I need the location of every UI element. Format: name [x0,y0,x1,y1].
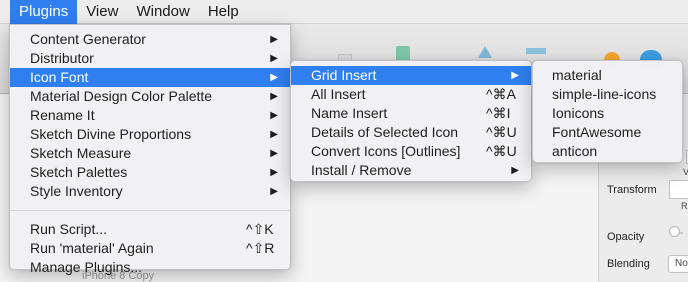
menu-item-label: Style Inventory [30,183,123,199]
menu-item-label: Convert Icons [Outlines] [311,143,461,159]
menu-item-ionicons[interactable]: Ionicons [533,104,682,123]
submenu-arrow-icon: ▶ [270,186,278,197]
submenu-arrow-icon: ▶ [270,148,278,159]
menu-item-fontawesome[interactable]: FontAwesome [533,123,682,142]
toolbar-backward-icon[interactable] [526,48,546,54]
menu-item-details-of-selected-icon[interactable]: Details of Selected Icon ^⌘U [291,123,531,142]
submenu-arrow-icon: ▶ [270,72,278,83]
menu-item-sketch-measure[interactable]: Sketch Measure ▶ [10,144,290,163]
menu-shortcut: ^⌘I [486,105,511,121]
menu-item-run-script[interactable]: Run Script... ^⇧K [10,220,290,239]
submenu-arrow-icon: ▶ [511,70,519,81]
menubar-view[interactable]: View [77,0,127,24]
menu-item-material-design-color-palette[interactable]: Material Design Color Palette ▶ [10,87,290,106]
menubar-help[interactable]: Help [199,0,248,24]
menu-item-label: Distributor [30,50,94,66]
menu-item-label: All Insert [311,86,366,102]
menu-item-label: Grid Insert [311,67,377,83]
menu-item-label: Sketch Palettes [30,164,128,180]
menu-item-grid-insert[interactable]: Grid Insert ▶ [291,66,531,85]
menu-item-label: Rename It [30,107,95,123]
inspector-v-label: V [683,167,688,177]
menu-item-sketch-palettes[interactable]: Sketch Palettes ▶ [10,163,290,182]
menu-shortcut: ^⇧R [246,240,275,256]
icon-font-submenu: Grid Insert ▶ All Insert ^⌘A Name Insert… [290,60,532,182]
submenu-arrow-icon: ▶ [270,91,278,102]
menu-bar: Plugins View Window Help [0,0,688,24]
menu-shortcut: ^⌘U [486,143,517,159]
menu-item-label: Manage Plugins... [30,259,143,275]
menu-item-label: Content Generator [30,31,146,47]
transform-field[interactable] [669,180,688,199]
menu-item-rename-it[interactable]: Rename It ▶ [10,106,290,125]
grid-insert-submenu: material simple-line-icons Ionicons Font… [532,60,683,163]
menu-item-label: Run 'material' Again [30,240,154,256]
inspector-r-label: R [681,201,688,211]
menu-item-label: Sketch Measure [30,145,132,161]
blending-select[interactable]: No [668,255,688,273]
menubar-window[interactable]: Window [127,0,198,24]
submenu-arrow-icon: ▶ [270,110,278,121]
menu-item-manage-plugins[interactable]: Manage Plugins... [10,258,290,277]
menu-item-label: Sketch Divine Proportions [30,126,192,142]
menu-item-label: Install / Remove [311,162,412,178]
menu-item-convert-icons[interactable]: Convert Icons [Outlines] ^⌘U [291,142,531,161]
menu-item-icon-font[interactable]: Icon Font ▶ [10,68,290,87]
opacity-slider-knob[interactable] [669,226,680,237]
opacity-label: Opacity [607,231,645,243]
submenu-arrow-icon: ▶ [511,165,519,176]
menu-item-material[interactable]: material [533,66,682,85]
menu-item-style-inventory[interactable]: Style Inventory ▶ [10,182,290,201]
menu-item-anticon[interactable]: anticon [533,142,682,161]
menu-shortcut: ^⌘U [486,124,517,140]
transform-label: Transform [607,184,657,196]
menu-shortcut: ^⌘A [486,86,516,102]
menu-item-simple-line-icons[interactable]: simple-line-icons [533,85,682,104]
menu-shortcut: ^⇧K [246,221,274,237]
menubar-plugins[interactable]: Plugins [10,0,78,24]
menu-item-label: Material Design Color Palette [30,88,213,104]
blending-label: Blending [607,258,650,270]
toolbar-forward-icon[interactable] [478,46,492,58]
menu-item-label: Name Insert [311,105,388,121]
menu-item-label: Details of Selected Icon [311,124,459,140]
menu-item-all-insert[interactable]: All Insert ^⌘A [291,85,531,104]
submenu-arrow-icon: ▶ [270,129,278,140]
menu-item-distributor[interactable]: Distributor ▶ [10,49,290,68]
menu-separator [10,210,290,211]
menu-item-label: Icon Font [30,69,89,85]
submenu-arrow-icon: ▶ [270,167,278,178]
menu-item-label: Run Script... [30,221,108,237]
submenu-arrow-icon: ▶ [270,53,278,64]
menu-item-run-again[interactable]: Run 'material' Again ^⇧R [10,239,290,258]
menu-item-sketch-divine-proportions[interactable]: Sketch Divine Proportions ▶ [10,125,290,144]
menu-item-install-remove[interactable]: Install / Remove ▶ [291,161,531,180]
plugins-menu: Content Generator ▶ Distributor ▶ Icon F… [9,24,291,275]
menu-item-content-generator[interactable]: Content Generator ▶ [10,30,290,49]
submenu-arrow-icon: ▶ [270,34,278,45]
menu-item-name-insert[interactable]: Name Insert ^⌘I [291,104,531,123]
